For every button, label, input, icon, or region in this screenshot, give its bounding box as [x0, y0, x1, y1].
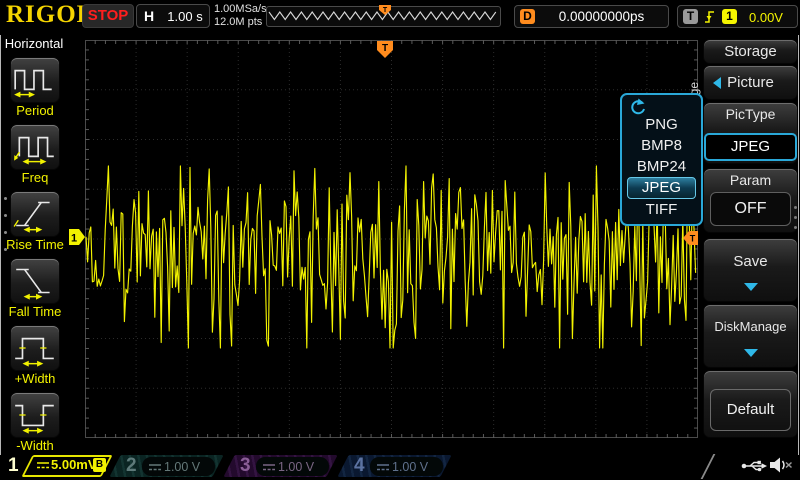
popup-item-png[interactable]: PNG: [622, 114, 701, 135]
plus-width-label: +Width: [0, 371, 70, 386]
channel3-scale-value: 1.00 V: [278, 460, 314, 474]
trigger-level-marker[interactable]: T: [683, 231, 698, 245]
param-label: Param: [704, 172, 797, 188]
param-value-button[interactable]: OFF: [710, 192, 791, 226]
submenu-down-arrow-icon: [744, 349, 758, 357]
trigger-source-badge: 1: [722, 9, 737, 24]
oscilloscope-screen: RIGOL STOP H 1.00 s 1.00MSa/s 12.0M pts …: [0, 0, 800, 480]
period-icon: [11, 58, 59, 102]
diskmanage-label: DiskManage: [704, 319, 797, 334]
menu-header-storage: Storage: [704, 40, 797, 63]
rise-time-icon: [11, 192, 59, 236]
menu-page-dot: [794, 216, 797, 219]
svg-text:1: 1: [71, 233, 77, 245]
channel2-value-box: 1.00 V: [142, 457, 215, 476]
popup-item-bmp8[interactable]: BMP8: [622, 135, 701, 156]
svg-text:T: T: [690, 234, 696, 244]
freq-label: Freq: [0, 170, 70, 185]
status-divider: [701, 454, 726, 479]
channel1-number[interactable]: 1: [8, 455, 19, 477]
graticule: [85, 40, 698, 438]
default-button[interactable]: Default: [710, 389, 791, 431]
plus-width-icon: [11, 326, 59, 370]
trigger-status-box: T 1 0.00V: [677, 5, 798, 28]
menu-scroll-dot: [4, 231, 7, 234]
sample-rate-box: 1.00MSa/s 12.0M pts: [214, 3, 267, 29]
trigger-edge-icon: [703, 9, 717, 24]
rise-time-label: Rise Time: [0, 237, 70, 252]
run-state-badge: STOP: [82, 4, 134, 28]
pictype-label: PicType: [704, 106, 797, 122]
trigger-level-value: 0.00V: [740, 10, 792, 25]
channel3-value-box: 1.00 V: [256, 457, 329, 476]
fall-time-icon: [11, 259, 59, 303]
channel4-number[interactable]: 4: [354, 455, 365, 477]
dc-coupling-icon: [149, 463, 161, 472]
dc-coupling-icon: [377, 463, 389, 472]
channel4-scale-value: 1.00 V: [392, 460, 428, 474]
sample-rate: 1.00MSa/s: [214, 3, 267, 16]
popup-item-tiff[interactable]: TIFF: [622, 199, 701, 220]
h-label: H: [144, 8, 154, 24]
delay-box: D 0.00000000ps: [514, 5, 669, 28]
channel1-scale-value: 5.00mV: [51, 457, 97, 472]
svg-text:T: T: [382, 43, 388, 54]
minus-width-label: -Width: [0, 438, 70, 453]
dc-coupling-icon: [263, 463, 275, 472]
popup-item-bmp24[interactable]: BMP24: [622, 156, 701, 177]
left-menu-title: Horizontal: [0, 36, 68, 51]
delay-value: 0.00000000ps: [539, 9, 664, 24]
trigger-position-marker[interactable]: T: [377, 41, 393, 58]
popup-item-jpeg-selected[interactable]: JPEG: [627, 177, 696, 199]
softkey-save[interactable]: Save: [704, 239, 797, 301]
fall-time-label: Fall Time: [0, 304, 70, 319]
menu-scroll-dot: [4, 197, 7, 200]
pictype-value-button[interactable]: JPEG: [704, 133, 797, 161]
menu-scroll-dot: [4, 248, 7, 251]
minus-width-icon: [11, 393, 59, 437]
picture-label: Picture: [727, 74, 774, 91]
trigger-badge: T: [683, 9, 698, 24]
dc-coupling-icon: [37, 461, 49, 470]
memory-depth: 12.0M pts: [214, 16, 267, 29]
usb-icon: [741, 459, 767, 473]
menu-page-dot: [794, 226, 797, 229]
speaker-muted-icon: [769, 456, 793, 474]
freq-icon: [11, 125, 59, 169]
period-button[interactable]: [11, 58, 59, 102]
channel2-number[interactable]: 2: [126, 455, 137, 477]
channel2-scale-value: 1.00 V: [164, 460, 200, 474]
horizontal-timebase-box: H 1.00 s: [136, 4, 210, 28]
menu-page-dot: [794, 206, 797, 209]
channel3-number[interactable]: 3: [240, 455, 251, 477]
preview-trigger-marker: T: [379, 5, 391, 16]
softkey-picture[interactable]: Picture: [704, 66, 797, 99]
period-label: Period: [0, 103, 70, 118]
minus-width-button[interactable]: [11, 393, 59, 437]
channel4-value-box: 1.00 V: [370, 457, 443, 476]
pictype-popup: PNG BMP8 BMP24 JPEG TIFF: [620, 93, 703, 226]
channel1-level-marker[interactable]: 1: [69, 229, 86, 245]
fall-time-button[interactable]: [11, 259, 59, 303]
save-label: Save: [704, 253, 797, 270]
delay-badge: D: [520, 9, 535, 24]
svg-text:T: T: [383, 7, 388, 14]
right-screen-edge: [798, 35, 799, 455]
softkey-diskmanage[interactable]: DiskManage: [704, 305, 797, 367]
submenu-down-arrow-icon: [744, 283, 758, 291]
rise-time-button[interactable]: [11, 192, 59, 236]
freq-button[interactable]: [11, 125, 59, 169]
menu-scroll-dot: [4, 214, 7, 217]
back-arrow-icon: [713, 77, 721, 89]
plus-width-button[interactable]: [11, 326, 59, 370]
timebase-value: 1.00 s: [163, 9, 207, 24]
rotate-select-icon: [627, 98, 647, 115]
channel1-bandwidth-badge: B: [93, 458, 106, 472]
